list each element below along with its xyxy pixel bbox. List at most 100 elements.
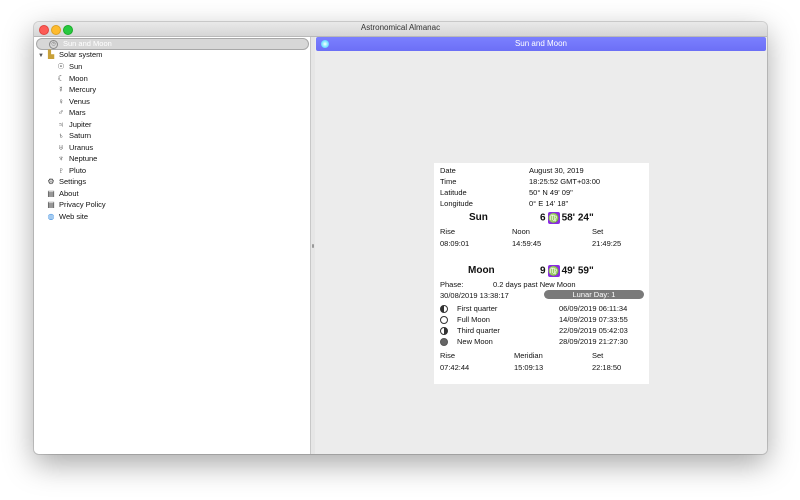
sun-arc: 58' 24" [561,212,594,224]
sidebar-item-label: Settings [59,177,87,186]
sidebar-item-label: About [59,188,79,198]
document-icon: ▤ [47,200,55,209]
sidebar-item-label: Sun [69,62,83,71]
sun-icon: ☉ [57,62,65,71]
moon-rise-value: 07:42:44 [440,363,470,372]
sidebar-group-solar-system[interactable]: ▼ ▙ Solar system [38,49,102,60]
sidebar-item-settings[interactable]: ⚙ Settings [46,176,86,187]
detail-header: Sun and Moon [316,37,766,51]
moon-icon: ☾ [57,73,65,83]
sidebar: ◷ Sun and Moon ▼ ▙ Solar system ☉ Sun ☾ Moo… [34,37,311,454]
gear-icon: ⚙ [47,177,55,186]
sidebar-item-label: Venus [69,96,90,106]
sidebar-item-label: Pluto [69,165,87,175]
globe-icon: ◍ [47,211,55,221]
sidebar-item-label: Moon [69,73,88,83]
third-quarter-icon [440,327,448,335]
sidebar-item-pluto[interactable]: ♇ Pluto [56,165,86,176]
sun-degrees: 6 [540,212,546,224]
mercury-icon: ☿ [58,85,64,94]
window-title: Astronomical Almanac [360,23,441,32]
sun-noon-label: Noon [512,227,530,236]
venus-icon: ♀ [58,96,64,106]
detail-title: Sun and Moon [514,39,568,48]
neptune-icon: ♆ [58,154,64,163]
saturn-icon: ♄ [58,131,64,140]
moon-set-label: Set [592,351,604,360]
sidebar-item-label: Mercury [69,85,97,94]
moon-set-value: 22:18:50 [592,363,622,372]
sun-noon-value: 14:59:45 [512,239,542,248]
moon-arc: 49' 59" [561,265,594,277]
sun-rise-value: 08:09:01 [440,239,470,248]
clock-icon: ◷ [49,40,58,49]
phase-third-quarter-label: Third quarter [457,326,500,335]
first-quarter-icon [440,305,448,313]
mars-icon: ♂ [58,108,64,117]
sidebar-item-label: Privacy Policy [59,200,106,209]
date-label: Date [440,166,456,175]
lunar-day-badge: Lunar Day: 1 [544,290,644,299]
phase-new-moon-date: 28/09/2019 21:27:30 [559,337,628,346]
moon-meridian-label: Meridian [514,351,543,360]
moon-degrees: 9 [540,265,546,277]
sidebar-item-jupiter[interactable]: ♃ Jupiter [56,119,92,130]
longitude-label: Longitude [440,199,473,208]
sidebar-item-label: Mars [69,108,86,117]
pluto-icon: ♇ [58,165,64,175]
sun-set-value: 21:49:25 [592,239,622,248]
sidebar-group-label: Solar system [59,50,103,59]
phase-third-quarter-date: 22/09/2019 05:42:03 [559,326,628,335]
virgo-icon: ♍ [547,212,560,224]
phase-value: 0.2 days past New Moon [493,280,576,289]
full-moon-icon [440,316,448,324]
sidebar-item-mercury[interactable]: ☿ Mercury [56,84,96,95]
sidebar-item-about[interactable]: ▤ About [46,188,79,199]
sidebar-item-label: Jupiter [69,119,92,129]
detail-pane: Sun and Moon Date August 30, 2019 Time 1… [315,37,767,454]
title-bar: Astronomical Almanac [34,22,767,37]
sun-set-label: Set [592,227,604,236]
sidebar-item-saturn[interactable]: ♄ Saturn [56,130,91,141]
disclosure-triangle-icon[interactable]: ▼ [38,53,44,59]
folder-icon: ▙ [47,50,55,59]
sidebar-item-neptune[interactable]: ♆ Neptune [56,153,97,164]
sidebar-item-label: Neptune [69,154,98,163]
sidebar-item-label: Uranus [69,142,94,152]
sidebar-item-sun[interactable]: ☉ Sun [56,61,82,72]
latitude-label: Latitude [440,188,467,197]
time-label: Time [440,177,457,186]
sidebar-item-venus[interactable]: ♀ Venus [56,96,90,107]
sidebar-item-label: Sun and Moon [63,39,112,48]
sidebar-item-privacy-policy[interactable]: ▤ Privacy Policy [46,199,106,210]
date-value: August 30, 2019 [529,166,584,175]
phase-first-quarter-label: First quarter [457,304,498,313]
moon-position: 9 ♍ 49' 59" [540,265,594,277]
sun-position: 6 ♍ 58' 24" [540,212,594,224]
sidebar-item-mars[interactable]: ♂ Mars [56,107,86,118]
new-moon-icon [440,338,448,346]
sidebar-item-uranus[interactable]: ♅ Uranus [56,142,93,153]
longitude-value: 0° E 14' 18" [529,199,569,208]
time-value: 18:25:52 GMT+03:00 [529,177,601,186]
sidebar-item-label: Saturn [69,131,92,140]
moon-datetime: 30/08/2019 13:38:17 [440,291,509,300]
almanac-card: Date August 30, 2019 Time 18:25:52 GMT+0… [434,163,649,384]
virgo-icon: ♍ [547,265,560,277]
latitude-value: 50° N 49' 09" [529,188,573,197]
phase-label: Phase: [440,280,464,289]
moon-title: Moon [468,265,495,276]
phase-new-moon-label: New Moon [457,337,493,346]
moon-rise-label: Rise [440,351,456,360]
sidebar-item-moon[interactable]: ☾ Moon [56,73,88,84]
app-window: Astronomical Almanac ◷ Sun and Moon ▼ ▙ S… [34,22,767,454]
sidebar-item-web-site[interactable]: ◍ Web site [46,211,89,222]
uranus-icon: ♅ [58,142,64,152]
document-icon: ▤ [47,188,55,198]
phase-full-moon-date: 14/09/2019 07:33:55 [559,315,628,324]
divider-grip[interactable] [312,244,314,248]
sun-title: Sun [469,212,488,223]
jupiter-icon: ♃ [58,119,64,129]
phase-full-moon-label: Full Moon [457,315,490,324]
phase-first-quarter-date: 06/09/2019 06:11:34 [559,304,628,313]
